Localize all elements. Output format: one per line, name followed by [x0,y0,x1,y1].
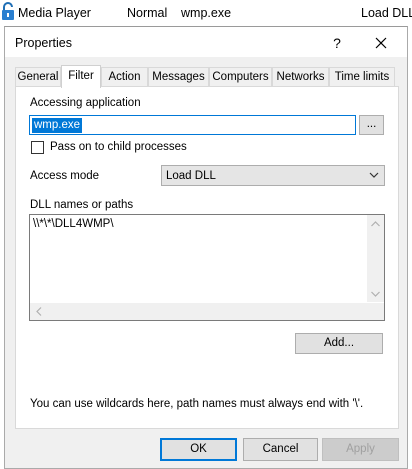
scrollbar-corner [367,303,384,320]
access-mode-value: Load DLL [166,170,216,182]
title-bar[interactable]: Properties ? [5,27,407,57]
dll-names-label: DLL names or paths [30,199,134,211]
row-mode: Normal [127,6,168,20]
accessing-application-value: wmp.exe [32,118,83,133]
access-mode-select[interactable]: Load DLL [161,165,385,186]
cancel-button[interactable]: Cancel [243,438,318,461]
accessing-application-input[interactable]: wmp.exe [29,115,356,135]
add-button[interactable]: Add... [295,333,383,354]
dll-list-item[interactable]: \\*\*\DLL4WMP\ [33,218,114,230]
tab-time-limits[interactable]: Time limits [329,67,395,87]
apply-button[interactable]: Apply [322,438,399,461]
pass-on-checkbox[interactable] [31,141,44,154]
scroll-down-icon[interactable] [367,285,384,302]
close-button[interactable] [363,31,399,53]
access-mode-label: Access mode [30,170,100,182]
row-action: Load DLL [361,6,412,20]
accessing-application-label: Accessing application [30,97,141,109]
dll-list[interactable]: \\*\*\DLL4WMP\ [29,214,385,321]
help-button[interactable]: ? [322,33,352,53]
dialog-title: Properties [15,36,72,50]
tab-strip: General Filter Action Messages Computers… [15,65,399,88]
horizontal-scrollbar[interactable] [30,303,382,320]
ok-button[interactable]: OK [160,438,237,461]
chevron-down-icon [369,172,379,178]
filter-panel: Accessing application wmp.exe ... Pass o… [15,86,399,429]
tab-filter[interactable]: Filter [61,65,101,88]
properties-dialog: Properties ? General Filter Action Messa… [4,26,408,469]
close-icon [375,37,387,49]
background-list-row[interactable]: Media Player Normal wmp.exe Load DLL [0,0,412,27]
browse-button[interactable]: ... [359,115,384,135]
lock-icon [1,2,15,22]
scroll-left-icon[interactable] [30,303,47,320]
tab-action[interactable]: Action [101,67,148,87]
tab-general[interactable]: General [15,67,61,87]
tab-messages[interactable]: Messages [148,67,209,87]
row-application: wmp.exe [181,6,232,20]
pass-on-label: Pass on to child processes [50,141,187,153]
row-name: Media Player [18,6,91,20]
tab-computers[interactable]: Computers [209,67,272,87]
tab-networks[interactable]: Networks [272,67,329,87]
scroll-up-icon[interactable] [367,215,384,232]
wildcard-hint: You can use wildcards here, path names m… [30,398,364,410]
vertical-scrollbar[interactable] [367,215,384,302]
